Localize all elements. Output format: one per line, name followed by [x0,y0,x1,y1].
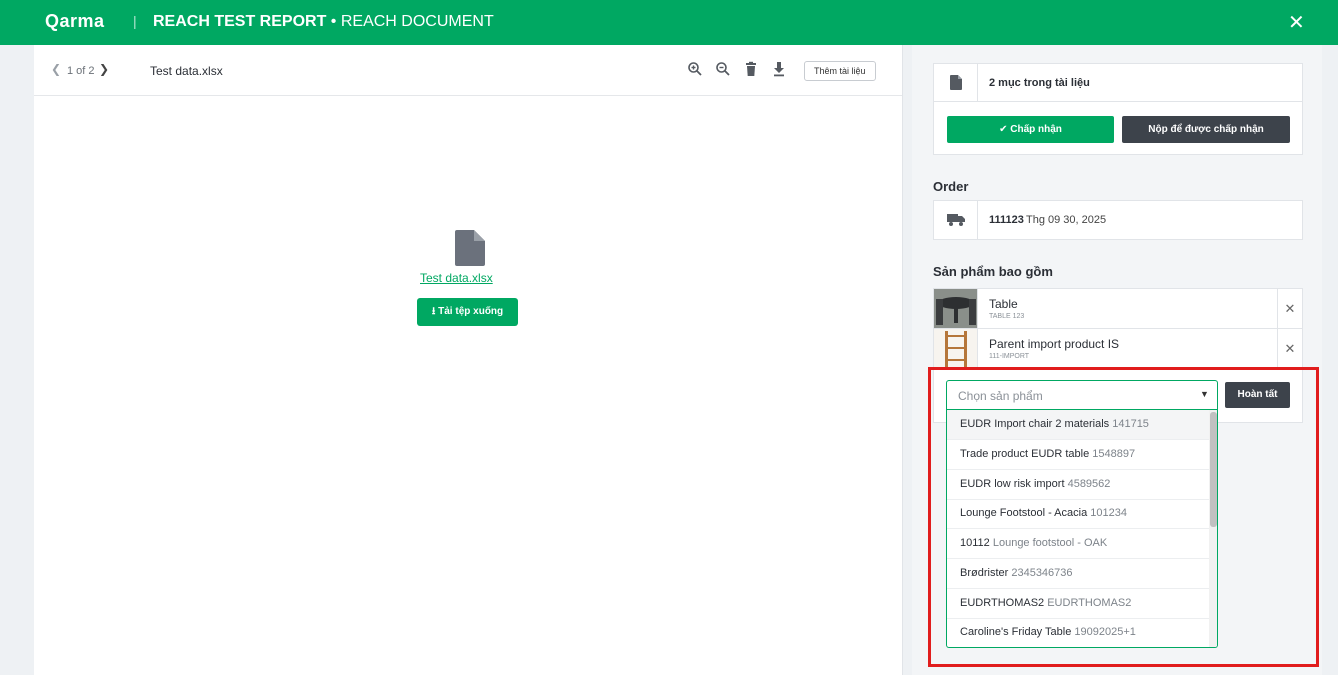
truck-icon [947,214,965,226]
option-name: EUDR low risk import [960,478,1065,490]
product-row: Parent import product IS 111-IMPORT ✕ [934,329,1302,369]
app-header: Qarma | REACH TEST REPORT • REACH DOCUME… [0,0,1338,45]
title-sub: REACH DOCUMENT [340,13,494,30]
option-code: 141715 [1112,418,1149,430]
option-code: Lounge footstool - OAK [992,537,1108,549]
documents-card: 2 mục trong tài liệu ✔ Chấp nhận Nộp để … [933,63,1303,155]
accept-label: Chấp nhận [1010,124,1062,135]
option-name: Lounge Footstool - Acacia [960,507,1088,519]
submit-for-approval-button[interactable]: Nộp để được chấp nhận [1122,116,1290,143]
option-code: 4589562 [1067,478,1111,490]
prev-page-icon[interactable]: ❮ [51,62,61,76]
order-heading: Order [933,179,969,194]
product-thumbnail [934,289,978,328]
product-option[interactable]: 10112 Lounge footstool - OAK [947,529,1209,559]
table-image [934,289,977,328]
option-code: 1548897 [1092,448,1136,460]
dropdown-scrollbar-thumb[interactable] [1210,412,1217,527]
product-code: TABLE 123 [989,313,1025,320]
order-id: 111123 [989,214,1024,226]
zoom-in-icon[interactable] [687,61,703,77]
option-code: 19092025+1 [1074,626,1136,638]
title-main: REACH TEST REPORT [153,13,327,30]
product-code: 111-IMPORT [989,353,1030,360]
option-name: Brødrister [960,567,1009,579]
remove-product-icon[interactable]: ✕ [1277,289,1302,328]
header-separator: | [133,13,137,29]
order-date: Thg 09 30, 2025 [1026,214,1107,226]
download-icon[interactable] [771,61,787,77]
product-dropdown: EUDR Import chair 2 materials 141715 Tra… [946,410,1218,648]
zoom-out-icon[interactable] [715,61,731,77]
option-name: 10112 [960,537,990,549]
document-icon [950,75,962,90]
caret-down-icon[interactable]: ▼ [1200,389,1209,399]
documents-summary-row: 2 mục trong tài liệu [934,64,1302,102]
add-document-button[interactable]: Thêm tài liệu [804,61,876,81]
page-count: 1 of 2 [67,65,95,77]
page-title: REACH TEST REPORT • REACH DOCUMENT [153,13,494,31]
option-code: EUDRTHOMAS2 [1047,597,1132,609]
product-row: Table TABLE 123 ✕ [934,289,1302,329]
option-name: Caroline's Friday Table [960,626,1072,638]
trash-icon[interactable] [743,61,759,77]
product-option[interactable]: EUDRTHOMAS2 EUDRTHOMAS2 [947,589,1209,619]
option-name: EUDRTHOMAS2 [960,597,1045,609]
documents-icon-cell [934,64,978,102]
file-preview [430,230,510,271]
product-option[interactable]: Lounge Footstool - Acacia 101234 [947,499,1209,529]
dropdown-scrollbar[interactable] [1209,410,1217,647]
panel-divider [902,45,912,675]
product-option[interactable]: Brødrister 2345346736 [947,559,1209,589]
remove-product-icon[interactable]: ✕ [1277,329,1302,368]
order-card[interactable]: 111123 Thg 09 30, 2025 [933,200,1303,240]
product-select-placeholder: Chọn sản phẩm [958,389,1043,403]
download-btn-icon: ⭳ [431,306,436,317]
download-file-button[interactable]: ⭳ Tải tệp xuống [417,298,518,326]
accept-button[interactable]: ✔ Chấp nhận [947,116,1114,143]
product-option[interactable]: Trade product EUDR table 1548897 [947,440,1209,470]
option-name: Trade product EUDR table [960,448,1090,460]
check-circle-icon: ✔ [999,124,1008,135]
document-viewer: ❮ 1 of 2 ❯ Test data.xlsx Thêm tài liệu [34,45,902,675]
title-dot: • [326,13,341,30]
order-icon-cell [934,201,978,239]
option-code: 2345346736 [1011,567,1073,579]
file-download-link[interactable]: Test data.xlsx [420,271,493,285]
close-icon[interactable]: ✕ [1288,10,1305,35]
product-option[interactable]: EUDR low risk import 4589562 [947,470,1209,500]
option-name: EUDR Import chair 2 materials [960,418,1110,430]
download-btn-label: Tải tệp xuống [438,306,504,317]
product-option[interactable]: EUDR Import chair 2 materials 141715 [947,410,1209,440]
option-code: 101234 [1090,507,1127,519]
next-page-icon[interactable]: ❯ [99,62,109,76]
products-heading: Sản phẩm bao gồm [933,264,1053,279]
product-select[interactable]: Chọn sản phẩm ▼ [946,380,1218,410]
viewer-toolbar: ❮ 1 of 2 ❯ Test data.xlsx Thêm tài liệu [34,45,902,96]
viewer-file-name: Test data.xlsx [150,64,223,78]
shelf-image [934,329,977,368]
product-name: Parent import product IS [989,337,1120,351]
product-thumbnail [934,329,978,368]
product-option[interactable]: Caroline's Friday Table 19092025+1 [947,618,1209,647]
done-button[interactable]: Hoàn tất [1225,382,1290,408]
product-name: Table [989,297,1018,311]
documents-count: 2 mục trong tài liệu [989,77,1090,89]
file-icon [455,230,485,266]
qarma-logo[interactable]: Qarma [45,11,105,32]
